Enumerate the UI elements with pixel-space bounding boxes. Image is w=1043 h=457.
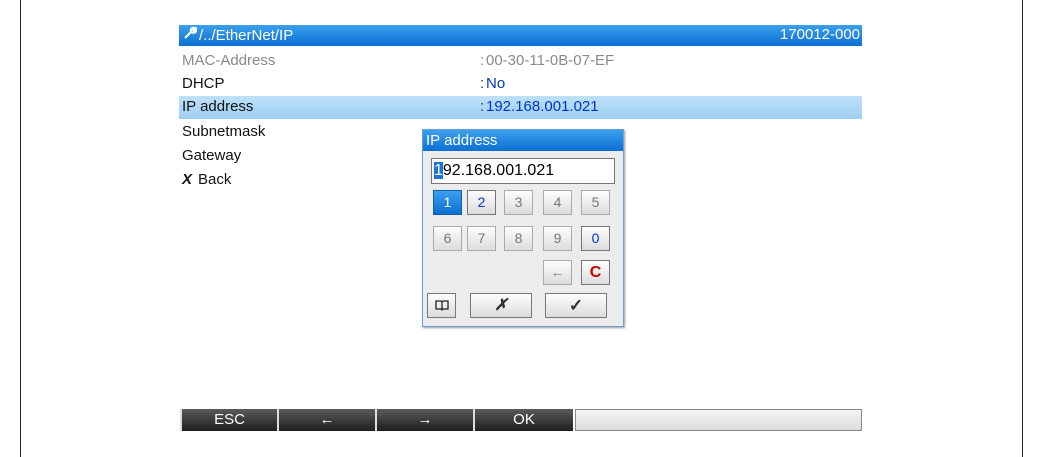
row-separator: : [480,52,485,69]
key-9[interactable]: 9 [543,226,572,251]
menu-row-dhcp[interactable]: DHCP : No [179,73,862,96]
key-4[interactable]: 4 [543,190,572,215]
menu-row-mac: MAC-Address : 00-30-11-0B-07-EF [179,50,862,73]
key-2[interactable]: 2 [467,190,496,215]
wrench-icon [183,26,198,44]
key-1[interactable]: 1 [433,190,462,215]
key-8[interactable]: 8 [504,226,533,251]
key-7[interactable]: 7 [467,226,496,251]
clear-button[interactable]: C [581,260,610,285]
cancel-button[interactable]: ✗ [470,293,532,318]
key-5[interactable]: 5 [581,190,610,215]
ok-button[interactable]: OK [473,409,573,431]
dialog-title: IP address [423,130,623,151]
device-code: 170012-000 [779,26,860,43]
key-3[interactable]: 3 [504,190,533,215]
breadcrumb: /../EtherNet/IP [199,26,294,44]
row-value: 192.168.001.021 [486,98,599,115]
text-cursor: 1 [434,162,443,179]
row-value: 00-30-11-0B-07-EF [486,52,615,69]
row-separator: : [480,75,485,92]
confirm-button[interactable]: ✓ [545,293,607,318]
key-0[interactable]: 0 [581,226,610,251]
menu-row-ip-address[interactable]: IP address : 192.168.001.021 [179,96,862,119]
title-bar: /../EtherNet/IP 170012-000 [179,25,862,46]
row-label: Back [198,171,232,188]
row-label: Gateway [182,147,242,164]
ip-input[interactable]: 192.168.001.021 [431,158,615,184]
back-label-wrap: X Back [182,171,231,188]
row-label: MAC-Address [182,52,276,69]
row-separator: : [480,98,485,115]
esc-button[interactable]: ESC [180,409,277,431]
row-label: IP address [182,98,254,115]
key-6[interactable]: 6 [433,226,462,251]
ip-address-dialog: IP address 192.168.001.021 1 2 3 4 5 6 7… [422,129,624,327]
x-icon: X [182,171,193,188]
book-icon[interactable] [427,293,456,318]
row-label: DHCP [182,75,225,92]
row-value: No [486,75,506,92]
row-label: Subnetmask [182,123,266,140]
left-arrow-button[interactable]: ← [277,409,375,431]
backspace-button[interactable]: ← [543,260,572,285]
footer-status-field [575,409,862,431]
right-arrow-button[interactable]: → [375,409,473,431]
ip-input-text: 92.168.001.021 [442,162,555,179]
